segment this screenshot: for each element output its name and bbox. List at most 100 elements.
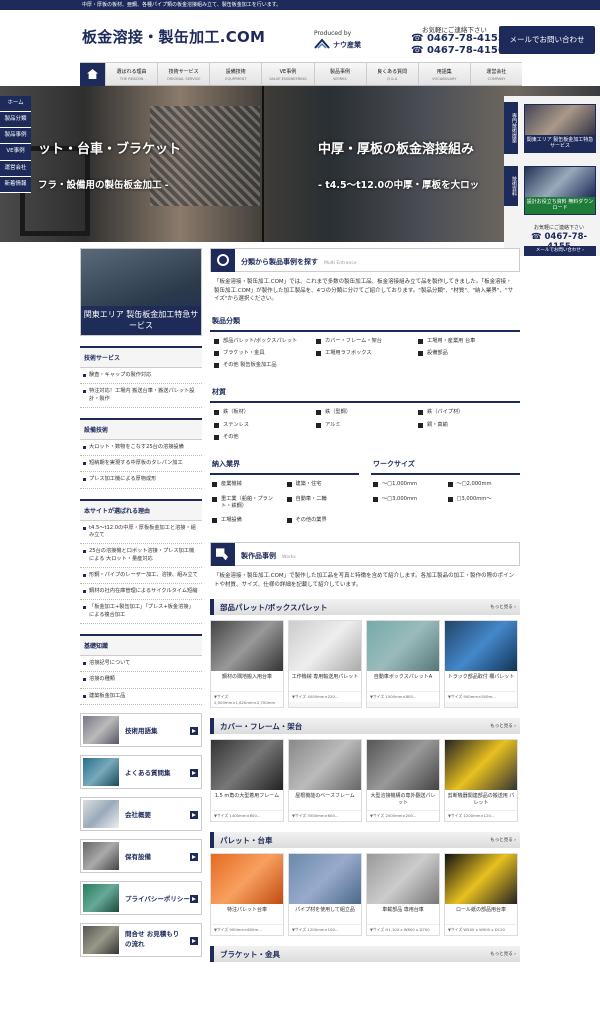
more-link[interactable]: もっと見る › bbox=[490, 837, 516, 843]
category-link[interactable]: カバー・フレーム・架台 bbox=[316, 338, 414, 345]
product-card[interactable]: トラック部品取付 欄パレット ▼サイズ 900mm×500m... bbox=[444, 620, 518, 709]
side-nav-home[interactable]: ホーム bbox=[0, 96, 31, 113]
nav-service[interactable]: 技術サービス ORIGINAL SERVICE bbox=[157, 63, 209, 85]
more-link[interactable]: もっと見る › bbox=[490, 723, 516, 729]
find-heading: 分類から製品事例を探す Multi Entrance bbox=[210, 248, 520, 272]
more-link[interactable]: もっと見る › bbox=[490, 604, 516, 610]
nav-vocabulary[interactable]: 用語集 VOCABULARY bbox=[417, 63, 470, 85]
company-button[interactable]: 会社概要 bbox=[80, 796, 202, 831]
nav-works[interactable]: 製品事例 WORKS bbox=[313, 63, 366, 85]
product-card[interactable]: 特注パレット台車 ▼サイズ 900mm×600m... bbox=[210, 853, 284, 937]
phone-1[interactable]: ☎ 0467-78-4155 bbox=[411, 33, 505, 44]
product-card[interactable]: パイプ材を使用して組立品 ▼サイズ 1200mm×100... bbox=[288, 853, 362, 937]
material-link[interactable]: 鉄（型鋼） bbox=[316, 409, 414, 416]
nav-label: VE事例 bbox=[279, 69, 297, 75]
product-card[interactable]: 剪断機器関連部品の搬送用 パレット ▼サイズ 1200mm×120... bbox=[444, 739, 518, 823]
button-label: よくある質問集 bbox=[125, 768, 171, 777]
product-card[interactable]: ロール紙の部品用台車 ▼サイズ W500 x W900 x D120 bbox=[444, 853, 518, 937]
maker-name[interactable]: ナウ産業 bbox=[333, 40, 361, 50]
industry-link[interactable]: 自動車・二輪 bbox=[286, 496, 358, 511]
hero-left-title: ット・台車・ブラケット bbox=[38, 142, 182, 157]
material-link[interactable]: 銅・真鍮 bbox=[418, 422, 516, 429]
side-nav-news[interactable]: 新着情報 bbox=[0, 176, 31, 193]
material-link[interactable]: 鉄（板材） bbox=[214, 409, 312, 416]
left-link[interactable]: t4.5～t12.0の中厚・厚板板金加工と溶接・組み立て bbox=[80, 521, 202, 545]
product-card[interactable]: 屋根機能のベースフレーム ▼サイズ 3500mm×600... bbox=[288, 739, 362, 823]
category-link[interactable]: 部品パレット/ボックスパレット bbox=[214, 338, 312, 345]
product-name: 工作機械 専用輸送用パレット bbox=[289, 671, 361, 692]
industry-link[interactable]: 重工業（船舶・プラント・鉄鋼） bbox=[212, 496, 283, 511]
site-title[interactable]: 板金溶接・製缶加工.COM bbox=[82, 26, 265, 47]
left-link[interactable]: 「板金加工+製缶加工」「プレス+板金溶接」による複合加工 bbox=[80, 600, 202, 624]
privacy-button[interactable]: プライバシーポリシー bbox=[80, 880, 202, 915]
left-link[interactable]: 鋼材の社内在庫管理によるサイクルタイム短縮 bbox=[80, 584, 202, 601]
side-mail-button[interactable]: メールでお問い合わせ › bbox=[524, 246, 596, 256]
side-nav-cases[interactable]: 製品事例 bbox=[0, 128, 31, 145]
side-tab-proposal[interactable]: 専門技術提案 bbox=[504, 102, 518, 154]
home-icon[interactable] bbox=[80, 63, 105, 86]
category-list: 部品パレット/ボックスパレット カバー・フレーム・架台 工場用・産業用 台車 ブ… bbox=[210, 332, 520, 376]
size-link[interactable]: □3,000mm～ bbox=[447, 496, 519, 503]
left-link[interactable]: 短納期を実現する中厚板のタレパン加工 bbox=[80, 456, 202, 473]
flow-button[interactable]: 問合せ お見積もりの流れ bbox=[80, 922, 202, 957]
nav-equipment[interactable]: 設備技術 EQUIPMENT bbox=[209, 63, 261, 85]
left-link[interactable]: 溶接記号について bbox=[80, 656, 202, 673]
phone-2[interactable]: ☎ 0467-78-4156 bbox=[411, 45, 505, 56]
nav-qa[interactable]: 良くある質問 Q & A bbox=[365, 63, 418, 85]
product-card[interactable]: 1.5 m角の大型着用フレーム ▼サイズ 1400mm×600... bbox=[210, 739, 284, 823]
industry-link[interactable]: 建築・住宅 bbox=[286, 481, 358, 488]
faq-button[interactable]: よくある質問集 bbox=[80, 754, 202, 789]
industry-link[interactable]: その他の業界 bbox=[286, 517, 358, 524]
arrow-icon bbox=[190, 810, 198, 819]
category-link[interactable]: 工場用・産業用 台車 bbox=[418, 338, 516, 345]
nav-company[interactable]: 運営会社 COMPANY bbox=[469, 63, 522, 85]
section-title: ブラケット・金具 bbox=[220, 950, 280, 960]
side-card-express[interactable]: 関東エリア 製缶板金加工特急サービス bbox=[524, 104, 596, 153]
nav-reason[interactable]: 選ばれる理由 THE REASON bbox=[105, 63, 157, 85]
left-link[interactable]: 建築板金加工品 bbox=[80, 689, 202, 705]
left-link[interactable]: 特注対応！工場内 搬送台車・搬送パレット設計・製作 bbox=[80, 384, 202, 408]
product-card[interactable]: 大型溶接機構の専外翻送パレット ▼サイズ 2000mm×200... bbox=[366, 739, 440, 823]
left-link[interactable]: 形鋼・パイプのレーザー加工、溶接、組み立て bbox=[80, 568, 202, 585]
left-link[interactable]: 溶接の種類 bbox=[80, 672, 202, 689]
category-link[interactable]: その他 製缶板金加工品 bbox=[214, 362, 312, 369]
left-link[interactable]: プレス加工機による厚物成形 bbox=[80, 472, 202, 489]
size-link[interactable]: ～□3,000mm bbox=[373, 496, 444, 503]
left-link[interactable]: 25台の溶接機と口ボット溶接・プレス加工機による 大ロット・量産対応 bbox=[80, 544, 202, 568]
more-link[interactable]: もっと見る › bbox=[490, 951, 516, 957]
product-card[interactable]: 工作機械 専用輸送用パレット ▼サイズ 4000mm×220... bbox=[288, 620, 362, 709]
material-link[interactable]: ステンレス bbox=[214, 422, 312, 429]
nav-sub: VALUE ENGINEERING bbox=[269, 77, 307, 81]
category-link[interactable]: 工場用ラフボックス bbox=[316, 350, 414, 357]
product-card[interactable]: 鋼材の隅地搬入用台車 ▼サイズ 2,500mm×1,620mm×2,700mm bbox=[210, 620, 284, 709]
size-link[interactable]: ～□1,000mm bbox=[373, 481, 444, 488]
side-nav-products[interactable]: 製品分類 bbox=[0, 112, 31, 129]
category-link[interactable]: 設備部品 bbox=[418, 350, 516, 357]
mail-contact-button[interactable]: メールでお問い合わせ bbox=[499, 26, 595, 54]
arrow-icon bbox=[190, 936, 198, 945]
nav-ve[interactable]: VE事例 VALUE ENGINEERING bbox=[261, 63, 313, 85]
industry-link[interactable]: 工場設備 bbox=[212, 517, 283, 524]
side-nav-company[interactable]: 運営会社 bbox=[0, 160, 31, 177]
product-size: ▼サイズ 900mm×600m... bbox=[211, 924, 283, 936]
material-link[interactable]: 鉄（パイプ材） bbox=[418, 409, 516, 416]
industry-size-row: 納入業界 産業機械 建築・住宅 重工業（船舶・プラント・鉄鋼） 自動車・二輪 工… bbox=[210, 455, 520, 530]
thumb-image bbox=[83, 841, 119, 870]
side-card-download[interactable]: 設計お役立ち資料 無料ダウンロード bbox=[524, 166, 596, 215]
material-link[interactable]: その他 bbox=[214, 434, 312, 441]
left-link[interactable]: 験査・キャップの製作対応 bbox=[80, 368, 202, 385]
product-size: ▼サイズ 1200mm×100... bbox=[289, 924, 361, 936]
category-link[interactable]: ブラケット・金具 bbox=[214, 350, 312, 357]
button-label: 技術用語集 bbox=[125, 726, 158, 735]
material-link[interactable]: アルミ bbox=[316, 422, 414, 429]
side-tab-docs[interactable]: 技術資料 bbox=[504, 166, 518, 206]
glossary-button[interactable]: 技術用語集 bbox=[80, 712, 202, 747]
product-card[interactable]: 自動車ボックスパレットA ▼サイズ 1500mm×800... bbox=[366, 620, 440, 709]
equipment-button[interactable]: 保有設備 bbox=[80, 838, 202, 873]
express-banner[interactable]: 関東エリア 製缶板金加工特急サービス bbox=[80, 248, 202, 336]
left-link[interactable]: 大ロット・数物をこなす25台の溶接設備 bbox=[80, 440, 202, 457]
industry-link[interactable]: 産業機械 bbox=[212, 481, 283, 488]
size-link[interactable]: ～□2,000mm bbox=[447, 481, 519, 488]
side-nav-ve[interactable]: VE事例 bbox=[0, 144, 31, 161]
product-card[interactable]: 車載部品 専用台車 ▼サイズ H1,100 x W800 x D700 bbox=[366, 853, 440, 937]
